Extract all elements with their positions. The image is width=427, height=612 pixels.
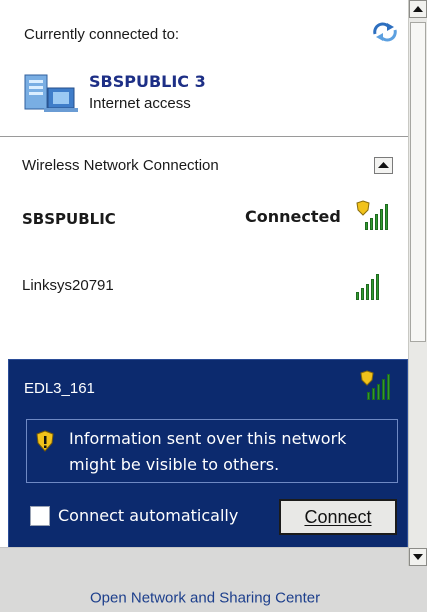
- warning-shield-icon: [35, 430, 55, 456]
- warning-line-2: might be visible to others.: [69, 455, 280, 474]
- network-name: Linksys20791: [22, 277, 114, 294]
- network-row[interactable]: Linksys20791: [0, 268, 408, 316]
- network-row[interactable]: SBSPUBLIC Connected: [0, 196, 408, 244]
- selected-network-name: EDL3_161: [24, 380, 95, 397]
- connect-button[interactable]: Connect: [279, 499, 397, 535]
- collapse-section-button[interactable]: [374, 157, 393, 174]
- current-network-name: SBSPUBLIC 3: [89, 72, 206, 91]
- network-computer-icon: [22, 72, 78, 114]
- scroll-down-button[interactable]: [409, 548, 427, 566]
- refresh-icon[interactable]: [371, 20, 399, 44]
- connect-automatically-checkbox[interactable]: [30, 506, 50, 526]
- connect-automatically-label[interactable]: Connect automatically: [58, 506, 238, 525]
- network-status: Connected: [245, 207, 341, 226]
- open-network-sharing-center-link[interactable]: Open Network and Sharing Center: [90, 590, 320, 607]
- warning-line-1: Information sent over this network: [69, 429, 347, 448]
- current-network-status: Internet access: [89, 95, 191, 112]
- network-name: SBSPUBLIC: [22, 210, 116, 228]
- signal-strength-icon: [356, 274, 379, 300]
- wireless-section-title: Wireless Network Connection: [22, 157, 219, 174]
- scrollbar-thumb[interactable]: [410, 22, 426, 342]
- connect-button-label: Connect: [304, 506, 372, 527]
- signal-strength-icon: [365, 204, 388, 230]
- scroll-up-button[interactable]: [409, 0, 427, 18]
- currently-connected-label: Currently connected to:: [24, 26, 180, 43]
- separator: [0, 136, 408, 137]
- signal-strength-icon: [367, 374, 390, 400]
